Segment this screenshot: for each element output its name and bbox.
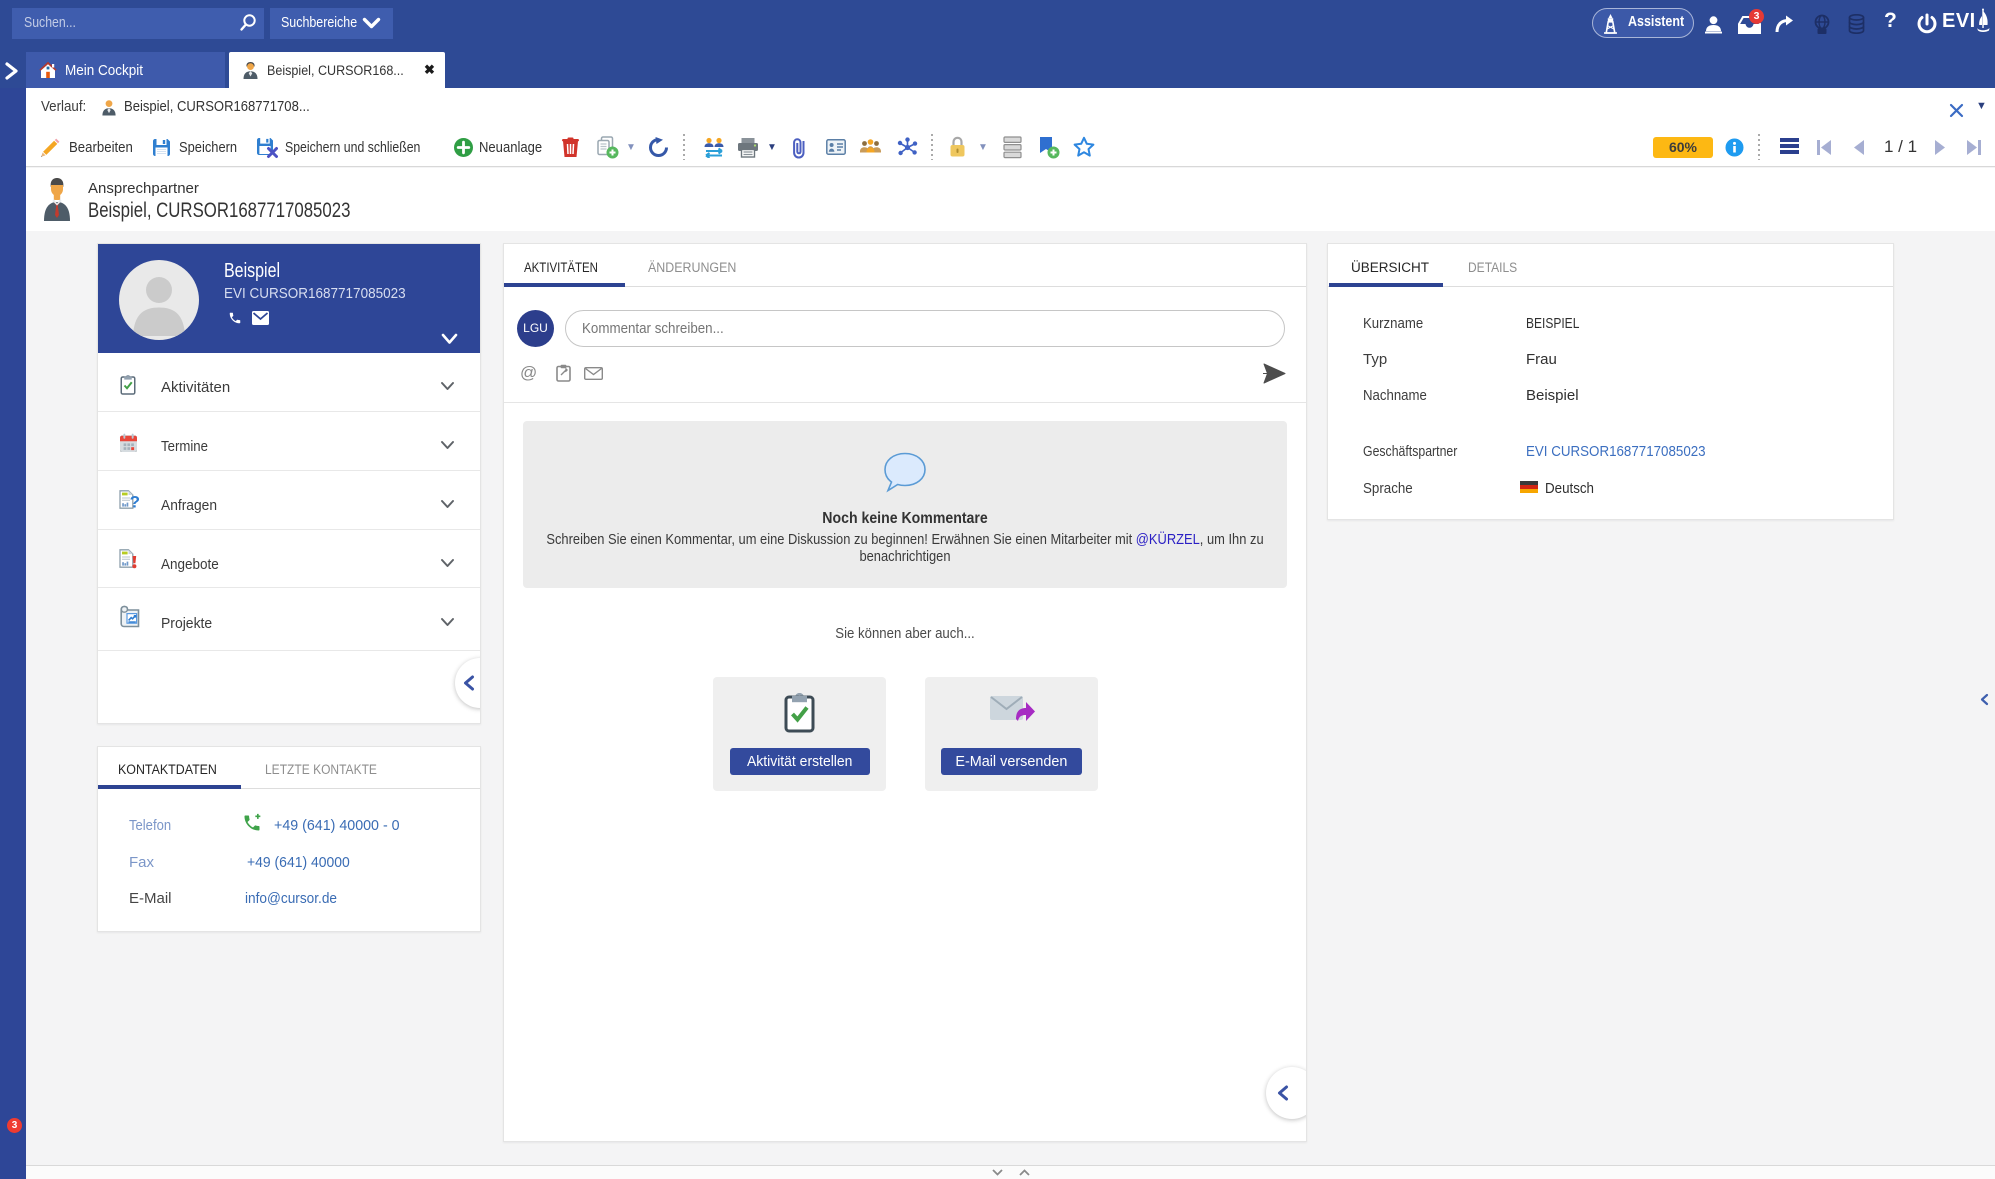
svg-text:?: ? [130,492,140,511]
